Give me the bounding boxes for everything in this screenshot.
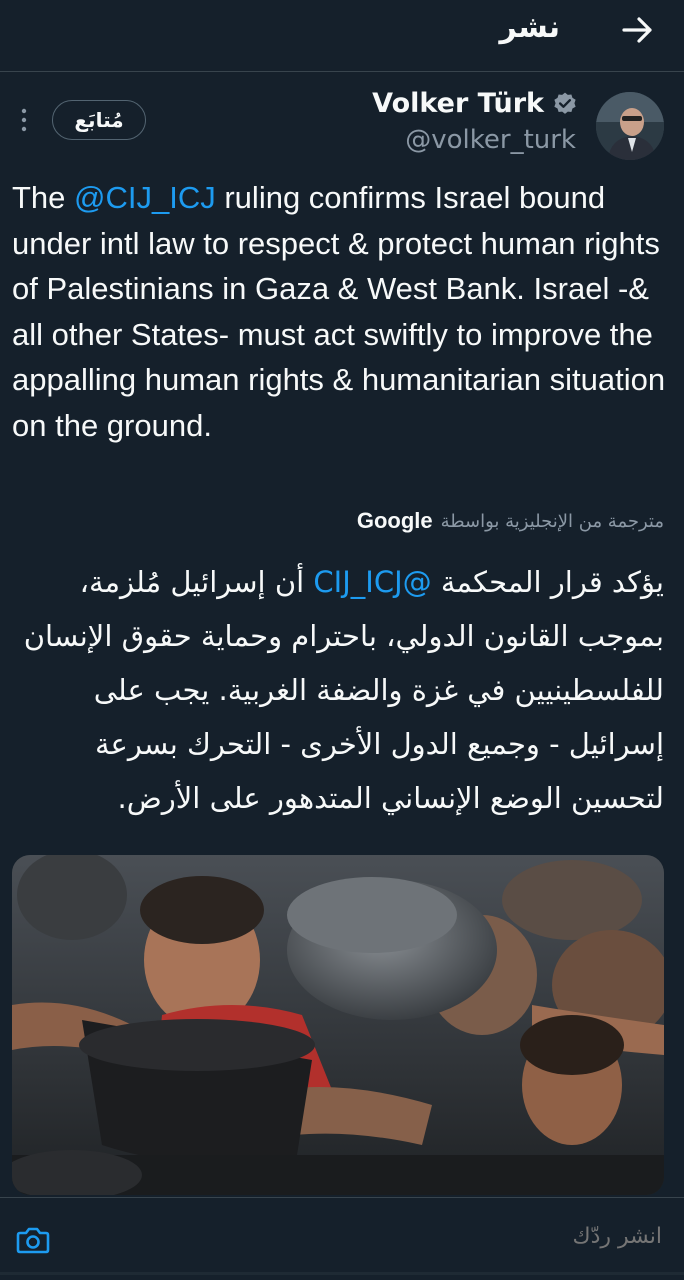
divider [0, 1272, 684, 1275]
tweet-photo[interactable] [12, 855, 664, 1195]
author-name-row: Volker Türk [372, 88, 578, 119]
translated-label[interactable]: مترجمة من الإنجليزية بواسطة [441, 511, 664, 532]
tweet-ar-body: أن إسرائيل مُلزمة، بموجب القانون الدولي،… [23, 565, 664, 815]
author-handle[interactable]: @volker_turk [405, 125, 576, 155]
tweet-ar-prefix: يؤكد قرار المحكمة [431, 565, 664, 599]
avatar[interactable] [596, 92, 664, 160]
following-button[interactable]: مُتابَع [52, 100, 146, 140]
arrow-right-icon[interactable] [618, 10, 658, 50]
mention-link[interactable]: @CIJ_ICJ [74, 180, 216, 215]
camera-icon[interactable] [16, 1224, 50, 1256]
translation-attribution: مترجمة من الإنجليزية بواسطة Google [357, 508, 664, 534]
tweet-text-prefix: The [12, 180, 75, 215]
mention-link-ar[interactable]: @CIJ_ICJ [313, 565, 431, 599]
google-logo: Google [356, 508, 433, 533]
author-name[interactable]: Volker Türk [372, 88, 544, 119]
tweet-text-en: The @CIJ_ICJ ruling confirms Israel boun… [12, 175, 676, 448]
verified-badge-icon [554, 92, 576, 114]
reply-input[interactable] [262, 1224, 662, 1249]
tweet-text-body: ruling confirms Israel bound under intl … [12, 180, 666, 443]
tweet-text-ar: يؤكد قرار المحكمة @CIJ_ICJ أن إسرائيل مُ… [14, 555, 664, 825]
page-title: نشر [499, 10, 560, 45]
tweet-header: Volker Türk @volker_turk مُتابَع [0, 72, 684, 172]
more-vertical-icon[interactable] [14, 104, 34, 136]
top-bar: نشر [0, 0, 684, 72]
reply-bar [0, 1197, 684, 1280]
